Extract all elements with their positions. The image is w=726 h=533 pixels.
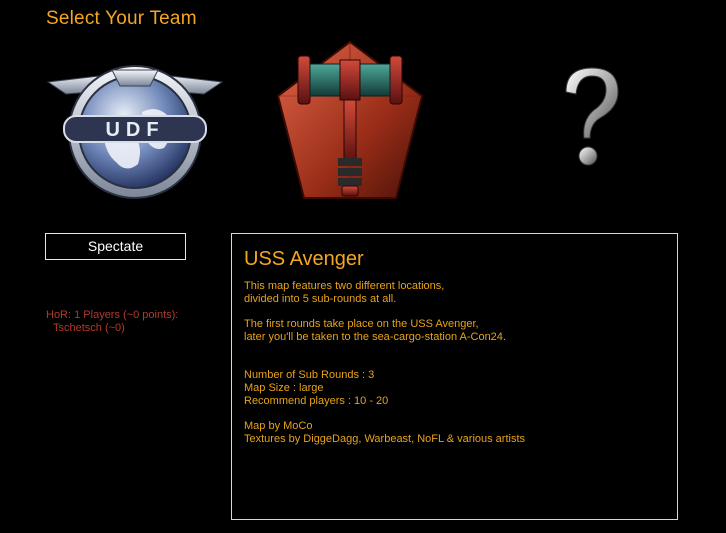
roster-player[interactable]: Tschetsch (~0) [46,322,178,335]
page-title: Select Your Team [46,8,197,29]
team-roster: HoR: 1 Players (~0 points): Tschetsch (~… [46,309,178,335]
map-intro-line: This map features two different location… [244,280,445,292]
map-description: This map features two different location… [244,280,525,445]
question-mark-icon [565,67,619,166]
map-story-line: The first rounds take place on the USS A… [244,318,479,331]
udf-globe-emblem-icon: UDF [46,65,224,199]
map-recommended-players: Recommend players : 10 - 20 [244,394,389,407]
map-sub-rounds: Number of Sub Rounds : 3 [244,369,375,382]
map-story-line: later you'll be taken to the sea-cargo-s… [244,330,506,343]
random-team-emblem[interactable] [548,62,632,172]
map-info-panel: USS Avenger This map features two differ… [231,233,678,520]
map-author: Map by MoCo [244,420,313,433]
hor-team-emblem[interactable] [274,38,426,202]
hammer-pentagon-emblem-icon [276,40,424,199]
spectate-button[interactable]: Spectate [45,233,186,260]
svg-text:UDF: UDF [105,119,164,141]
udf-team-emblem[interactable]: UDF [46,52,224,200]
map-textures-credit: Textures by DiggeDagg, Warbeast, NoFL & … [244,432,526,445]
roster-header: HoR: 1 Players (~0 points): [46,309,179,321]
map-title: USS Avenger [244,248,364,270]
map-size: Map Size : large [244,381,324,394]
map-intro-line: divided into 5 sub-rounds at all. [244,292,397,305]
